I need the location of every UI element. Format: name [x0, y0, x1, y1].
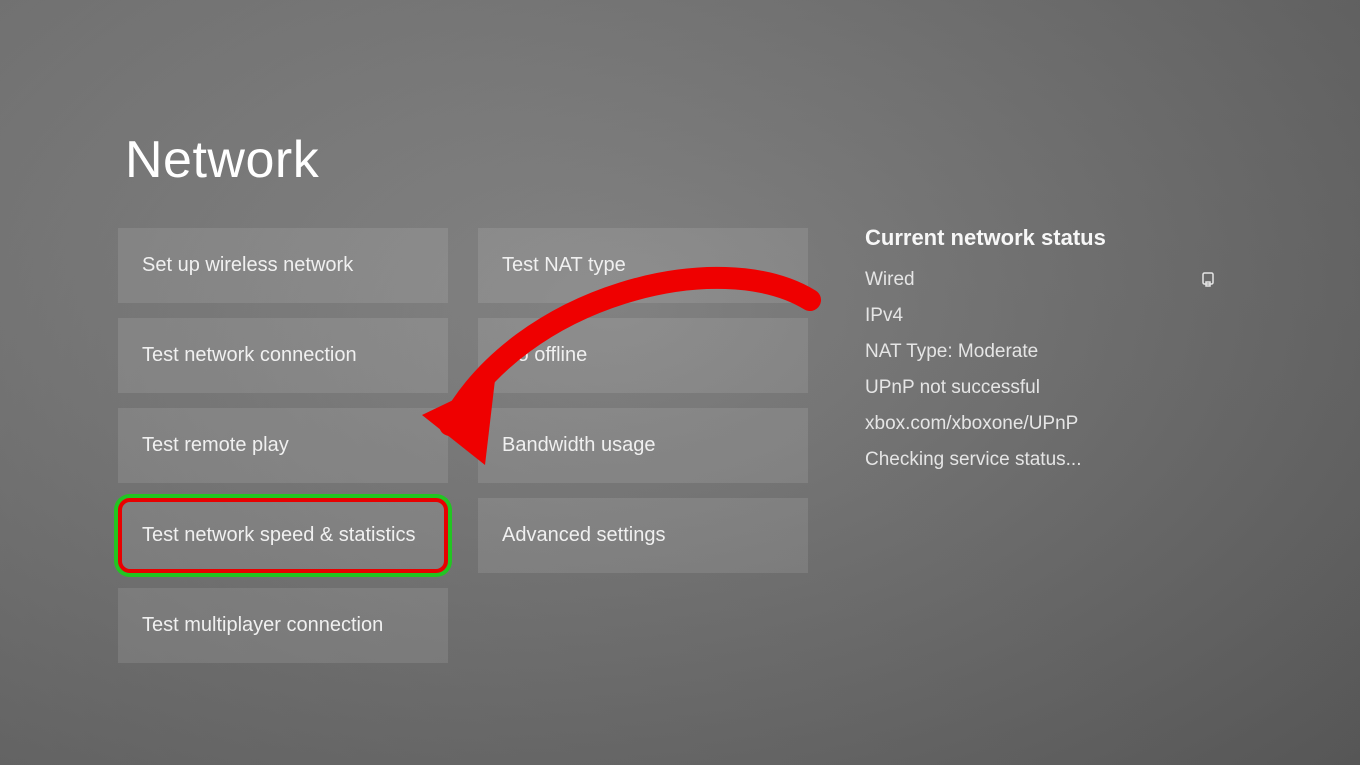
status-label: IPv4	[865, 305, 903, 327]
tile-go-offline[interactable]: Go offline	[478, 318, 808, 393]
tile-label: Test network speed & statistics	[142, 524, 415, 546]
tile-label: Test network connection	[142, 344, 357, 366]
status-row: xbox.com/xboxone/UPnP	[865, 413, 1215, 435]
settings-column-right: Test NAT type Go offline Bandwidth usage Ad…	[478, 228, 808, 663]
tile-test-speed[interactable]: Test network speed & statistics	[118, 498, 448, 573]
tile-label: Bandwidth usage	[502, 434, 655, 456]
tile-test-multiplayer[interactable]: Test multiplayer connection	[118, 588, 448, 663]
tile-label: Test multiplayer connection	[142, 614, 383, 636]
tile-label: Go offline	[502, 344, 587, 366]
settings-grid: Set up wireless network Test network conn…	[118, 228, 808, 663]
tile-test-remote-play[interactable]: Test remote play	[118, 408, 448, 483]
tile-advanced[interactable]: Advanced settings	[478, 498, 808, 573]
tile-label: Test remote play	[142, 434, 289, 456]
status-label: xbox.com/xboxone/UPnP	[865, 413, 1078, 435]
settings-column-left: Set up wireless network Test network conn…	[118, 228, 448, 663]
tile-label: Advanced settings	[502, 524, 665, 546]
status-row: Checking service status...	[865, 449, 1215, 471]
tile-label: Test NAT type	[502, 254, 626, 276]
status-label: UPnP not successful	[865, 377, 1040, 399]
status-row: Wired	[865, 269, 1215, 291]
status-label: Wired	[865, 269, 915, 291]
status-row: NAT Type: Moderate	[865, 341, 1215, 363]
status-row: IPv4	[865, 305, 1215, 327]
status-label: NAT Type: Moderate	[865, 341, 1038, 363]
tile-test-connection[interactable]: Test network connection	[118, 318, 448, 393]
status-row: UPnP not successful	[865, 377, 1215, 399]
page-title: Network	[125, 130, 319, 190]
ethernet-icon	[1201, 271, 1215, 289]
network-status-panel: Current network status Wired IPv4 NAT Type…	[865, 225, 1215, 485]
status-label: Checking service status...	[865, 449, 1081, 471]
tile-bandwidth[interactable]: Bandwidth usage	[478, 408, 808, 483]
tile-label: Set up wireless network	[142, 254, 353, 276]
tile-setup-wireless[interactable]: Set up wireless network	[118, 228, 448, 303]
tile-test-nat[interactable]: Test NAT type	[478, 228, 808, 303]
status-heading: Current network status	[865, 225, 1215, 251]
